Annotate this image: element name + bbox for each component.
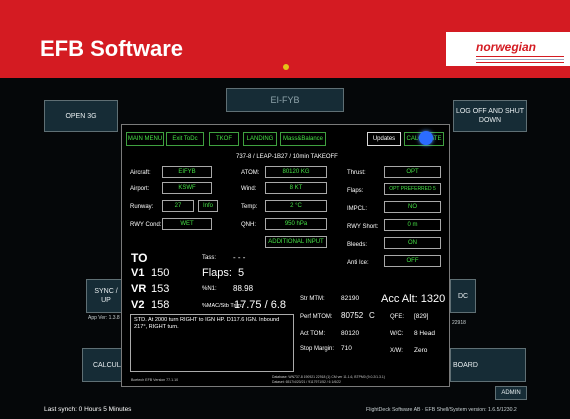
airport-label: Airport:	[130, 186, 150, 192]
crosswind-value: Zero	[414, 347, 428, 354]
n1-value: 88.98	[233, 284, 254, 293]
logo-stripe	[476, 59, 564, 60]
tkof-tab[interactable]: TKOF	[209, 132, 239, 146]
touch-indicator	[419, 131, 433, 145]
log-off-button[interactable]: LOG OFF AND SHUT DOWN	[453, 100, 527, 132]
calculate-bg-button[interactable]: CALCULA	[82, 348, 125, 382]
pointer-dot	[283, 64, 289, 70]
perf-mtom-label: Perf MTOM:	[300, 314, 333, 320]
slide-header: EFB Software norwegian	[0, 0, 570, 78]
bleeds-field[interactable]: ON	[384, 237, 441, 249]
app-version: App Ver: 1.3.8	[88, 315, 120, 321]
logo-stripe	[476, 56, 564, 57]
wind-component-value: 8 Head	[414, 330, 435, 337]
takeoff-heading: TO	[131, 251, 148, 265]
open-3g-button[interactable]: OPEN 3G	[44, 100, 118, 132]
v1-label: V1	[131, 267, 145, 279]
landing-tab[interactable]: LANDING	[243, 132, 277, 146]
n1-label: %N1:	[202, 286, 217, 292]
qfe-label: QFE:	[390, 314, 405, 320]
right-version-number: 22918	[452, 320, 466, 326]
qnh-field[interactable]: 950 hPa	[265, 218, 327, 230]
norwegian-logo: norwegian	[446, 32, 570, 66]
aircraft-field[interactable]: EIFYB	[162, 166, 212, 178]
thrust-field[interactable]: OPT	[384, 166, 441, 178]
impcl-field[interactable]: NO	[384, 201, 441, 213]
stop-margin-value: 710	[341, 345, 352, 352]
flaps-field[interactable]: OPT PREFERRED 5	[384, 183, 441, 195]
aircraft-reg-button[interactable]: EI-FYB	[226, 88, 344, 112]
v2-label: V2	[131, 299, 145, 311]
thrust-label: Thrust:	[347, 170, 366, 176]
admin-button[interactable]: ADMIN	[495, 386, 527, 400]
wind-field[interactable]: 8 KT	[265, 182, 327, 194]
vr-label: VR	[131, 283, 147, 295]
efb-version-footer: Boetech EFB Version 77.1.10	[131, 378, 179, 382]
mac-trim-value: 17.75 / 6.8	[234, 299, 286, 311]
qnh-label: QNH:	[241, 222, 256, 228]
stop-margin-label: Stop Margin:	[300, 346, 335, 352]
tass-label: Tass:	[202, 255, 217, 261]
mass-balance-tab[interactable]: Mass&Balance	[280, 132, 326, 146]
temp-field[interactable]: 2 °C	[265, 200, 327, 212]
str-mtm-value: 82190	[341, 295, 360, 302]
logo-text: norwegian	[476, 40, 537, 54]
tass-value: - - -	[233, 253, 246, 262]
additional-input-button[interactable]: ADDITIONAL INPUT	[265, 236, 327, 248]
updates-button[interactable]: Updates	[367, 132, 401, 146]
exit-todc-button[interactable]: Exit ToDc	[166, 132, 204, 146]
logo-stripe	[476, 62, 564, 63]
result-flaps-label: Flaps:	[202, 267, 232, 279]
impcl-label: IMPCL:	[347, 206, 368, 212]
wind-label: Wind:	[241, 186, 257, 192]
runway-info-button[interactable]: Info	[198, 200, 218, 212]
anti-ice-field[interactable]: OFF	[384, 255, 441, 267]
rwy-cond-label: RWY Cond:	[130, 222, 162, 228]
acc-alt-value: Acc Alt: 1320	[381, 293, 446, 305]
anti-ice-label: Anti Ice:	[347, 260, 369, 266]
departure-remarks-box: STD. At 2000 turn RIGHT to IGN HP. D117.…	[130, 314, 294, 372]
slide-title: EFB Software	[40, 36, 184, 61]
last-synch-status: Last synch: 0 Hours 5 Minutes	[44, 406, 132, 413]
dataset-footer: Dataset: 6517/4/20/21 / 9117971/52 / 6 1…	[272, 380, 341, 384]
rwy-short-label: RWY Short:	[347, 224, 379, 230]
system-version: FlightDeck Software AB · EFB Shell/Syste…	[366, 407, 517, 413]
atom-label: ATOM:	[241, 170, 260, 176]
runway-field[interactable]: 27	[162, 200, 194, 212]
board-button[interactable]: BOARD	[450, 348, 526, 382]
aircraft-config-subtitle: 737-8 / LEAP-1B27 / 10min TAKEOFF	[236, 154, 338, 160]
rwy-short-field[interactable]: 0 m	[384, 219, 441, 231]
right-dc-button[interactable]: DC	[450, 279, 476, 313]
act-tom-value: 80120	[341, 330, 360, 337]
rwy-cond-field[interactable]: WET	[162, 218, 212, 230]
perf-mtom-value: 80752	[341, 311, 364, 320]
flaps-label: Flaps:	[347, 188, 364, 194]
v2-value: 158	[151, 299, 170, 311]
crosswind-label: X/W:	[390, 348, 403, 354]
qfe-value: [829]	[414, 313, 429, 320]
act-tom-label: Act TOM:	[300, 331, 326, 337]
str-mtm-label: Str MTM:	[300, 296, 325, 302]
airport-field[interactable]: KSWF	[162, 182, 212, 194]
atom-field[interactable]: 80120 KG	[265, 166, 327, 178]
bleeds-label: Bleeds:	[347, 242, 368, 248]
database-footer: Database: WN737-8 190921 22918 (1) CM ve…	[272, 375, 385, 379]
result-flaps-value: 5	[238, 267, 245, 279]
v1-value: 150	[151, 267, 170, 279]
aircraft-label: Aircraft:	[130, 170, 151, 176]
wind-component-label: W/C:	[390, 331, 404, 337]
runway-label: Runway:	[130, 204, 154, 210]
sync-button[interactable]: SYNC / UP	[86, 279, 122, 313]
temp-label: Temp:	[241, 204, 258, 210]
vr-value: 153	[151, 283, 170, 295]
main-menu-button[interactable]: MAIN MENU	[126, 132, 164, 146]
perf-mtom-code: C	[369, 311, 375, 320]
